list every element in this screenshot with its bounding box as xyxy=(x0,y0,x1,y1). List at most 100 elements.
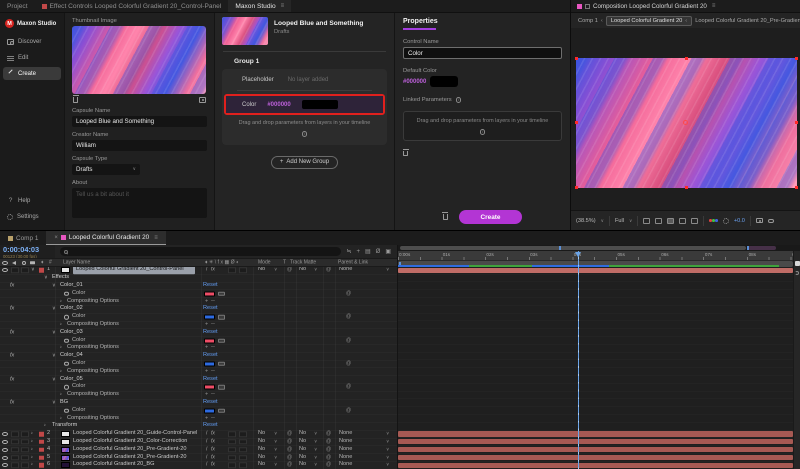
lock-cell[interactable] xyxy=(21,439,29,445)
reset-button[interactable]: Reset xyxy=(203,329,218,336)
audio-cell[interactable] xyxy=(11,446,19,453)
lock-cell[interactable] xyxy=(21,454,29,461)
color-picker-icon[interactable] xyxy=(218,314,225,320)
sidebar-item-create[interactable]: Create xyxy=(3,67,61,80)
region-of-interest-icon[interactable] xyxy=(643,217,651,224)
timeline-row-layer[interactable]: › 3 Looped Colorful Gradient 20_Color-Corr… xyxy=(0,439,397,447)
reset-button[interactable]: Reset xyxy=(203,353,218,359)
layer-name[interactable]: Looped Colorful Gradient 20_Guide-Contro… xyxy=(73,431,197,437)
switch-cell[interactable] xyxy=(228,454,236,461)
snapshot-icon[interactable] xyxy=(755,217,763,224)
number-column-header[interactable]: # xyxy=(49,260,52,265)
expander-icon[interactable]: › xyxy=(60,345,62,351)
remove-icon[interactable]: ─ xyxy=(211,415,215,421)
tab-project[interactable]: Project xyxy=(0,0,35,12)
tab-maxon-studio[interactable]: Maxon Studio ≡ xyxy=(228,0,292,12)
quality-switch-icon[interactable]: / xyxy=(206,439,207,444)
pickwhip-icon[interactable]: @ xyxy=(287,447,292,452)
color-picker-icon[interactable] xyxy=(218,408,225,413)
pickwhip-icon[interactable]: @ xyxy=(326,462,331,468)
eye-icon[interactable] xyxy=(2,439,8,444)
stopwatch-icon[interactable] xyxy=(64,408,69,413)
pickwhip-icon[interactable]: @ xyxy=(287,431,292,437)
audio-cell[interactable] xyxy=(11,431,19,437)
label-color-chip[interactable] xyxy=(39,463,44,468)
fx-switch-icon[interactable]: fx xyxy=(211,455,215,460)
eye-icon[interactable] xyxy=(2,268,8,273)
switch-cell[interactable] xyxy=(239,431,247,437)
label-color-chip[interactable] xyxy=(39,447,44,452)
viewer-tabbar[interactable]: Composition Looped Colorful Gradient 20 … xyxy=(571,0,800,13)
fx-switch-icon[interactable]: fx xyxy=(211,439,215,444)
delete-capsule-icon[interactable] xyxy=(442,212,449,220)
delete-parameter-icon[interactable] xyxy=(402,149,409,157)
reset-button[interactable]: Reset xyxy=(203,283,218,289)
solo-column-icon[interactable] xyxy=(22,260,26,265)
pickwhip-icon[interactable]: @ xyxy=(287,455,292,460)
timeline-row-layer[interactable]: › 4 Looped Colorful Gradient 20_Pre-Gradie… xyxy=(0,446,397,454)
reset-button[interactable]: Reset xyxy=(203,423,218,430)
stopwatch-icon[interactable] xyxy=(64,338,69,343)
pickwhip-icon[interactable]: @ xyxy=(346,338,351,343)
fx-switch-icon[interactable]: fx xyxy=(211,462,215,468)
panel-lock-icon[interactable] xyxy=(585,3,590,9)
sidebar-item-discover[interactable]: Discover xyxy=(3,35,61,48)
remove-icon[interactable]: ─ xyxy=(211,392,215,398)
add-icon[interactable]: + xyxy=(205,321,208,327)
breadcrumb-current[interactable]: Looped Colorful Gradient 20 ‹ xyxy=(605,15,693,26)
timeline-tab-comp1[interactable]: Comp 1 xyxy=(0,231,46,245)
fx-switch-icon[interactable]: fx xyxy=(211,431,215,437)
stopwatch-icon[interactable] xyxy=(64,361,69,367)
expander-icon[interactable]: ∨ xyxy=(52,283,56,288)
expander-icon[interactable]: ∨ xyxy=(44,275,48,281)
color-swatch[interactable] xyxy=(204,314,215,320)
reset-button[interactable]: Reset xyxy=(203,400,218,406)
layer-name-column-header[interactable]: Layer Name xyxy=(63,260,90,265)
channel-icon[interactable] xyxy=(709,219,718,222)
color-swatch[interactable] xyxy=(204,408,215,414)
label-color-chip[interactable] xyxy=(39,431,44,437)
timeline-row-effect[interactable]: fx ∨ Color_03 Reset xyxy=(0,329,397,337)
track-matte-column-header[interactable]: Track Matte xyxy=(290,260,316,265)
comp-marker-bin-icon[interactable] xyxy=(795,261,800,266)
pickwhip-icon[interactable]: @ xyxy=(287,462,292,468)
stopwatch-icon[interactable] xyxy=(64,291,69,297)
label-color-chip[interactable] xyxy=(39,439,44,445)
remove-icon[interactable]: ─ xyxy=(211,321,215,327)
switch-cell[interactable] xyxy=(239,454,247,461)
current-time-display[interactable]: 0:00:04:03 00123 (30.00 fps) xyxy=(0,245,55,259)
panel-menu-icon[interactable]: ≡ xyxy=(281,3,285,9)
close-icon[interactable]: × xyxy=(54,235,58,241)
timeline-row-layer[interactable]: › 5 Looped Colorful Gradient 20_Pre-Gradie… xyxy=(0,454,397,462)
layer-duration-bar[interactable] xyxy=(398,446,793,454)
timeline-search-input[interactable] xyxy=(60,247,342,256)
layer-name[interactable]: Looped Colorful Gradient 20_Pre-Gradient… xyxy=(73,446,187,453)
tab-effect-controls[interactable]: Effect Controls Looped Colorful Gradient… xyxy=(35,0,229,12)
switch-cell[interactable] xyxy=(228,439,236,445)
pickwhip-icon[interactable]: @ xyxy=(326,431,331,437)
control-name-input[interactable]: Color xyxy=(403,47,562,59)
parent-dropdown[interactable]: None xyxy=(339,454,352,461)
add-icon[interactable]: + xyxy=(205,298,208,304)
comp-button-icon[interactable] xyxy=(795,271,799,275)
pickwhip-icon[interactable]: @ xyxy=(287,439,292,444)
timeline-row-effect[interactable]: fx ∨ Color_05 Reset xyxy=(0,376,397,384)
pickwhip-icon[interactable]: @ xyxy=(326,267,331,273)
eye-icon[interactable] xyxy=(2,463,8,468)
timeline-row-effect[interactable]: fx ∨ Color_02 Reset xyxy=(0,306,397,314)
quality-switch-icon[interactable]: / xyxy=(206,431,207,437)
switch-cell[interactable] xyxy=(239,446,247,453)
remove-icon[interactable]: ─ xyxy=(211,345,215,351)
frame-blending-icon[interactable]: ▤ xyxy=(365,248,371,255)
quality-switch-icon[interactable]: / xyxy=(206,447,207,452)
expander-icon[interactable]: › xyxy=(60,298,62,304)
trkmat-dropdown[interactable]: No xyxy=(299,454,306,461)
remove-icon[interactable]: ─ xyxy=(211,298,215,304)
rulers-icon[interactable] xyxy=(691,217,699,224)
add-icon[interactable]: + xyxy=(205,415,208,421)
quality-switch-icon[interactable]: / xyxy=(206,462,207,468)
label-column-icon[interactable]: ♦ xyxy=(41,260,44,265)
creator-name-input[interactable]: William xyxy=(72,139,207,151)
parent-dropdown[interactable]: None xyxy=(339,267,352,274)
eye-icon[interactable] xyxy=(2,447,8,452)
